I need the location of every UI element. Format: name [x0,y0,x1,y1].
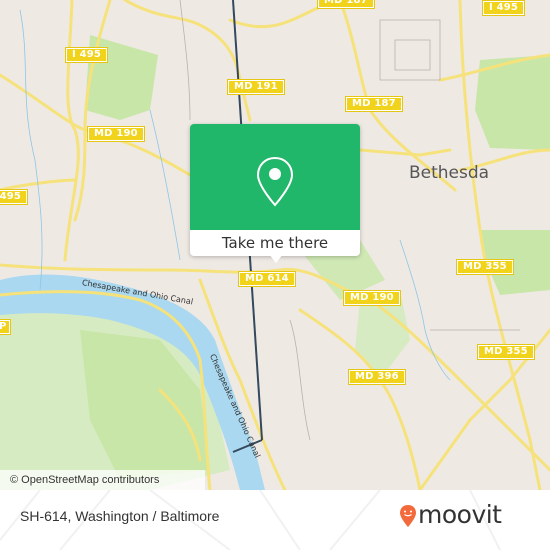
road-shield-md396: MD 396 [349,370,405,384]
road-shield-md187: MD 187 [346,97,402,111]
map-view[interactable]: I 495 I 495 I 495 MD 187 MD 191 MD 187 M… [0,0,550,490]
footer-bar: SH-614, Washington / Baltimore moovit [0,490,550,550]
road-shield-md355: MD 355 [457,260,513,274]
take-me-there-button[interactable]: Take me there [190,230,360,256]
popup-pointer [269,254,283,263]
location-popup: Take me there [190,124,360,263]
moovit-logo-icon [400,505,416,527]
road-shield-gwp: P [0,320,10,334]
road-shield-md614: MD 614 [239,272,295,286]
moovit-brand[interactable]: moovit [418,500,502,529]
road-shield-i495: I 495 [0,190,28,204]
road-shield-md191: MD 191 [228,80,284,94]
popup-header [190,124,360,230]
location-pin-icon [256,156,294,207]
map-attribution[interactable]: © OpenStreetMap contributors [0,470,205,490]
road-shield-md190: MD 190 [344,291,400,305]
road-shield-i495: I 495 [483,1,525,15]
road-shield-md190: MD 190 [88,127,144,141]
location-title: SH-614, Washington / Baltimore [20,508,220,524]
road-shield-i495: I 495 [66,48,108,62]
road-shield-md355: MD 355 [478,345,534,359]
road-shield-md187: MD 187 [318,0,374,8]
place-label-bethesda: Bethesda [409,163,490,183]
